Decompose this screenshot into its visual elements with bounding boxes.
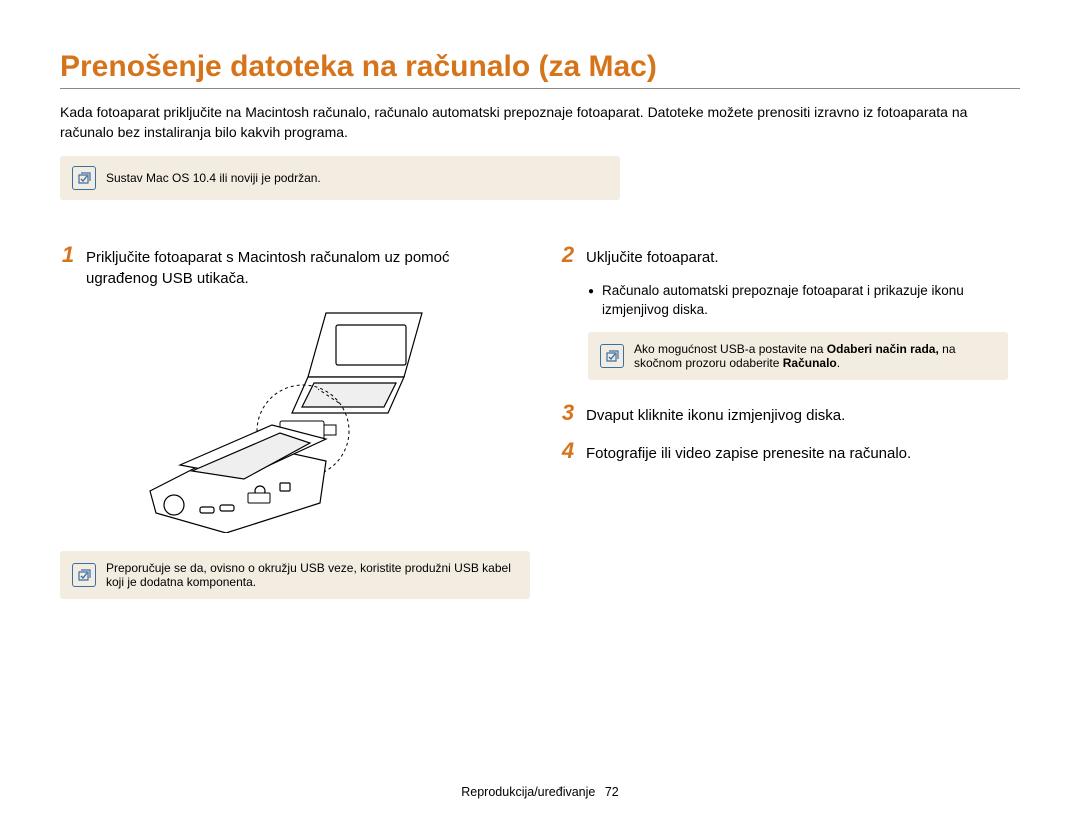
step-number-3: 3 — [560, 402, 576, 424]
step-number-1: 1 — [60, 244, 76, 266]
footer-page-number: 72 — [605, 785, 619, 799]
step-4: 4 Fotografije ili video zapise prenesite… — [560, 440, 1020, 464]
step-text-1: Priključite fotoaparat s Macintosh račun… — [86, 244, 520, 289]
step-2: 2 Uključite fotoaparat. — [560, 244, 1020, 268]
content-columns: 1 Priključite fotoaparat s Macintosh rač… — [60, 244, 1020, 599]
divider — [60, 88, 1020, 89]
step-number-2: 2 — [560, 244, 576, 266]
note-icon — [72, 166, 96, 190]
bullet-icon: ● — [588, 282, 594, 320]
intro-paragraph: Kada fotoaparat priključite na Macintosh… — [60, 103, 1020, 142]
note-box-left: Preporučuje se da, ovisno o okružju USB … — [60, 551, 530, 599]
note-text: Sustav Mac OS 10.4 ili noviji je podržan… — [106, 171, 321, 185]
step-text-4: Fotografije ili video zapise prenesite n… — [586, 440, 911, 464]
step-2-sub: ● Računalo automatski prepoznaje fotoapa… — [588, 282, 1020, 320]
page-title: Prenošenje datoteka na računalo (za Mac) — [60, 50, 1020, 84]
page-footer: Reprodukcija/uređivanje 72 — [0, 785, 1080, 799]
step-text-2: Uključite fotoaparat. — [586, 244, 719, 268]
note-icon — [72, 563, 96, 587]
note-text: Preporučuje se da, ovisno o okružju USB … — [106, 561, 518, 589]
note-box-top: Sustav Mac OS 10.4 ili noviji je podržan… — [60, 156, 620, 200]
left-column: 1 Priključite fotoaparat s Macintosh rač… — [60, 244, 520, 599]
step-2-sub-text: Računalo automatski prepoznaje fotoapara… — [602, 282, 1020, 320]
step-1: 1 Priključite fotoaparat s Macintosh rač… — [60, 244, 520, 289]
note-text: Ako mogućnost USB-a postavite na Odaberi… — [634, 342, 996, 370]
step-number-4: 4 — [560, 440, 576, 462]
step-3: 3 Dvaput kliknite ikonu izmjenjivog disk… — [560, 402, 1020, 426]
right-column: 2 Uključite fotoaparat. ● Računalo autom… — [560, 244, 1020, 599]
step-text-3: Dvaput kliknite ikonu izmjenjivog diska. — [586, 402, 845, 426]
note-box-right: Ako mogućnost USB-a postavite na Odaberi… — [588, 332, 1008, 380]
illustration-camera-laptop — [140, 303, 440, 533]
note-icon — [600, 344, 624, 368]
footer-section: Reprodukcija/uređivanje — [461, 785, 595, 799]
